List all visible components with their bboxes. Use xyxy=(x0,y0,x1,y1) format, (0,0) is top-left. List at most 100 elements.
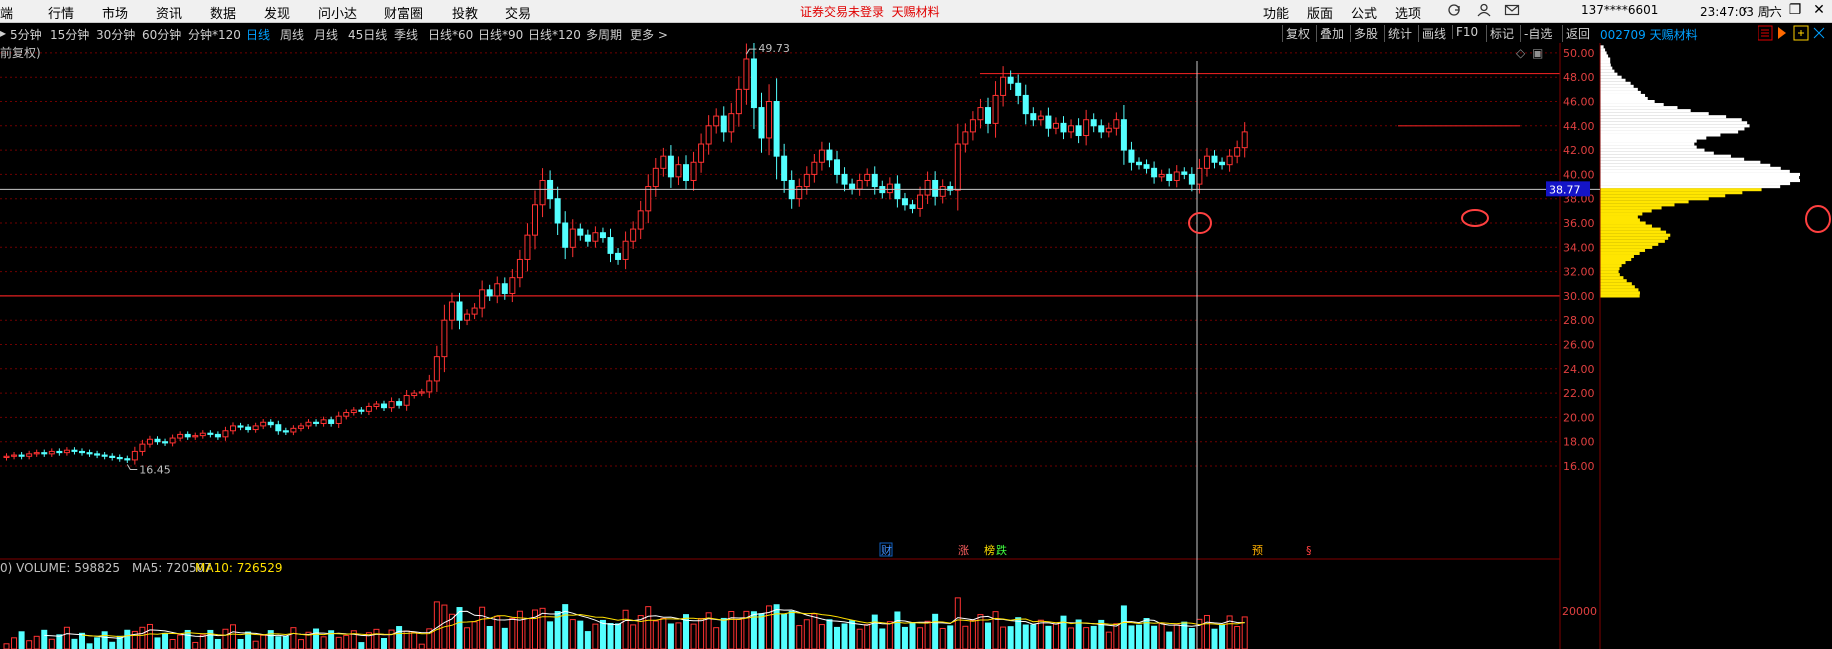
volume-bar[interactable] xyxy=(3,643,10,649)
candle-body[interactable] xyxy=(169,437,176,444)
volume-bar[interactable] xyxy=(1000,626,1007,649)
candle-body[interactable] xyxy=(781,155,788,181)
menu-item-trade[interactable]: 交易 xyxy=(505,3,531,22)
volume-bar[interactable] xyxy=(381,638,387,649)
volume-bar[interactable] xyxy=(230,624,236,649)
volume-bar[interactable] xyxy=(1211,628,1218,649)
volume-bar[interactable] xyxy=(464,627,471,649)
volume-bar[interactable] xyxy=(871,614,878,649)
volume-bar[interactable] xyxy=(524,618,531,649)
candle-body[interactable] xyxy=(1166,173,1173,181)
candle-body[interactable] xyxy=(109,455,116,458)
volume-bar[interactable] xyxy=(630,624,637,649)
candle-body[interactable] xyxy=(1234,147,1241,157)
candle-body[interactable] xyxy=(660,155,667,169)
volume-bar[interactable] xyxy=(917,627,924,649)
event-marker-forecast[interactable]: 预 xyxy=(1252,544,1263,557)
menu-item-wealth-circle[interactable]: 财富圈 xyxy=(384,3,423,22)
candle-body[interactable] xyxy=(501,283,508,294)
candle-body[interactable] xyxy=(388,401,395,409)
volume-bar[interactable] xyxy=(886,621,893,649)
volume-bar[interactable] xyxy=(788,610,795,649)
candle-body[interactable] xyxy=(381,403,387,409)
event-marker-fall[interactable]: 跌 xyxy=(996,543,1007,557)
volume-bar[interactable] xyxy=(192,641,199,649)
volume-bar[interactable] xyxy=(577,620,584,649)
tool-back[interactable]: 返回 xyxy=(1562,25,1593,42)
volume-bar[interactable] xyxy=(803,619,810,649)
candle-body[interactable] xyxy=(796,186,803,200)
candle-body[interactable] xyxy=(1075,125,1082,137)
volume-bar[interactable] xyxy=(592,623,599,649)
period-quarterly[interactable]: 季线 xyxy=(394,26,418,43)
candle-body[interactable] xyxy=(139,443,146,452)
candle-body[interactable] xyxy=(441,319,448,358)
volume-bar[interactable] xyxy=(154,637,161,649)
menu-item-layout[interactable]: 版面 xyxy=(1307,3,1333,22)
candle-body[interactable] xyxy=(1241,131,1248,149)
tool-stats[interactable]: 统计 xyxy=(1384,25,1415,42)
menu-item-quotes[interactable]: 行情 xyxy=(48,3,74,22)
event-marker-section[interactable]: § xyxy=(1306,544,1312,557)
volume-bar[interactable] xyxy=(418,643,425,649)
candle-body[interactable] xyxy=(864,173,871,181)
panel-toggle-icons[interactable] xyxy=(1758,25,1828,41)
refresh-icon[interactable] xyxy=(1446,3,1462,17)
volume-bar[interactable] xyxy=(471,621,478,649)
volume-bar[interactable] xyxy=(909,622,916,649)
candle-body[interactable] xyxy=(1151,167,1158,178)
candle-body[interactable] xyxy=(584,234,591,242)
tool-overlay[interactable]: 叠加 xyxy=(1316,25,1347,42)
candle-body[interactable] xyxy=(675,164,682,178)
candle-body[interactable] xyxy=(358,409,365,412)
candle-body[interactable] xyxy=(320,419,327,424)
volume-bar[interactable] xyxy=(1015,617,1022,649)
candle-body[interactable] xyxy=(630,228,637,242)
candle-body[interactable] xyxy=(214,433,221,438)
tool-remove-favorite[interactable]: -自选 xyxy=(1520,25,1555,42)
candle-body[interactable] xyxy=(1030,113,1037,121)
candle-body[interactable] xyxy=(396,401,403,406)
volume-bar[interactable] xyxy=(599,619,606,649)
menu-item-options[interactable]: 选项 xyxy=(1395,3,1421,22)
candle-body[interactable] xyxy=(932,179,939,197)
volume-bar[interactable] xyxy=(954,597,961,649)
volume-bar[interactable] xyxy=(781,613,788,649)
volume-bar[interactable] xyxy=(290,627,297,649)
candle-body[interactable] xyxy=(1181,171,1188,175)
volume-bar[interactable] xyxy=(637,615,644,649)
candle-body[interactable] xyxy=(486,289,493,297)
period-day60[interactable]: 日线*60 xyxy=(428,26,473,43)
volume-bar[interactable] xyxy=(584,631,591,649)
candle-body[interactable] xyxy=(101,454,108,457)
volume-bar[interactable] xyxy=(509,617,516,649)
volume-bar[interactable] xyxy=(645,606,652,649)
volume-bar[interactable] xyxy=(924,620,931,649)
volume-bar[interactable] xyxy=(615,623,622,649)
candle-body[interactable] xyxy=(237,425,244,428)
period-15min[interactable]: 15分钟 xyxy=(50,26,89,43)
candle-body[interactable] xyxy=(426,380,433,393)
candle-body[interactable] xyxy=(1203,155,1210,169)
candle-body[interactable] xyxy=(1068,125,1075,133)
volume-bar[interactable] xyxy=(162,632,169,649)
menu-item-market[interactable]: 市场 xyxy=(102,3,128,22)
candle-body[interactable] xyxy=(818,149,825,163)
candle-body[interactable] xyxy=(11,454,18,457)
candle-body[interactable] xyxy=(494,283,501,297)
volume-bar[interactable] xyxy=(1173,624,1180,649)
period-30min[interactable]: 30分钟 xyxy=(96,26,135,43)
volume-bar[interactable] xyxy=(667,623,674,649)
volume-bar[interactable] xyxy=(652,620,659,649)
volume-bar[interactable] xyxy=(169,638,176,649)
tool-draw-line[interactable]: 画线 xyxy=(1418,25,1449,42)
menu-item-wenxiaoda[interactable]: 问小达 xyxy=(318,3,357,22)
volume-bar[interactable] xyxy=(1188,627,1195,649)
candle-body[interactable] xyxy=(1113,119,1120,129)
volume-bar[interactable] xyxy=(1022,624,1029,649)
volume-bar[interactable] xyxy=(1083,627,1090,649)
volume-bar[interactable] xyxy=(1241,616,1248,649)
candle-body[interactable] xyxy=(871,173,878,188)
volume-bar[interactable] xyxy=(109,641,116,649)
candle-body[interactable] xyxy=(607,237,614,254)
